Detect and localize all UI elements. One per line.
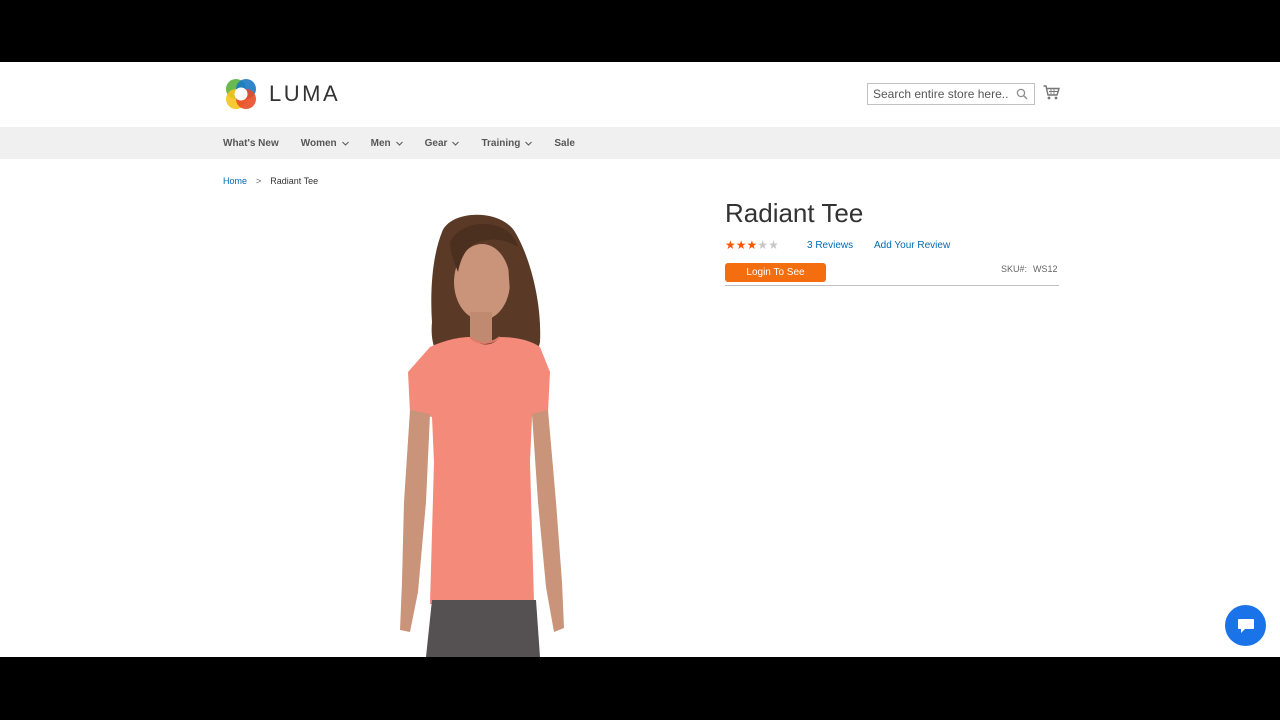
sku-label: SKU#:	[1001, 264, 1028, 274]
search-input[interactable]	[868, 84, 1008, 104]
nav-item-label: Gear	[424, 137, 448, 149]
chevron-down-icon	[452, 141, 460, 146]
star-empty-icon: ★	[768, 238, 779, 252]
rating-stars: ★ ★ ★ ★ ★	[725, 239, 779, 251]
nav-item-label: Men	[370, 137, 391, 149]
nav-item-what-s-new[interactable]: What's New	[223, 138, 279, 149]
header: LUMA	[0, 62, 1280, 127]
sku: SKU#: WS12	[1001, 264, 1058, 274]
chevron-down-icon	[525, 141, 533, 146]
nav-item-sale[interactable]: Sale	[554, 138, 575, 149]
star-filled-icon: ★	[746, 238, 758, 252]
product-title: Radiant Tee	[725, 198, 864, 228]
search-box	[867, 83, 1035, 105]
logo[interactable]: LUMA	[223, 76, 340, 112]
nav-item-men[interactable]: Men	[371, 138, 403, 149]
nav-item-training[interactable]: Training	[481, 137, 533, 149]
login-to-see-button[interactable]: Login To See	[725, 263, 826, 282]
main-nav: What's New Women Men Gear Training Sale	[0, 127, 1280, 159]
divider	[725, 285, 1059, 286]
nav-item-label: What's New	[223, 137, 279, 149]
luma-logo-icon	[226, 79, 256, 109]
nav-item-label: Women	[300, 137, 337, 149]
breadcrumb-separator: >	[256, 176, 262, 186]
nav-item-gear[interactable]: Gear	[425, 138, 460, 149]
star-filled-icon: ★	[735, 238, 747, 252]
star-filled-icon: ★	[725, 238, 736, 252]
nav-items: What's New Women Men Gear Training Sale	[223, 127, 597, 159]
star-empty-icon: ★	[757, 238, 769, 252]
nav-item-women[interactable]: Women	[301, 138, 349, 149]
chat-button[interactable]	[1225, 605, 1266, 646]
cart-icon[interactable]	[1043, 85, 1060, 100]
breadcrumb: Home > Radiant Tee	[223, 176, 318, 186]
page: LUMA What's NewWomenMenGearTrainingSale …	[0, 62, 1280, 657]
logo-text: LUMA	[269, 81, 341, 106]
chat-icon	[1237, 618, 1254, 633]
add-review-link[interactable]: Add Your Review	[874, 240, 950, 251]
product-rating: ★ ★ ★ ★ ★	[725, 239, 779, 251]
breadcrumb-home[interactable]: Home	[223, 176, 247, 186]
product-image[interactable]	[370, 212, 580, 657]
nav-item-label: Sale	[554, 137, 575, 149]
chevron-down-icon	[395, 141, 403, 146]
reviews-link[interactable]: 3 Reviews	[807, 240, 853, 251]
nav-item-label: Training	[481, 137, 521, 149]
search-icon[interactable]	[1016, 88, 1028, 100]
breadcrumb-current: Radiant Tee	[270, 176, 319, 186]
chevron-down-icon	[341, 141, 349, 146]
sku-value: WS12	[1033, 264, 1058, 274]
